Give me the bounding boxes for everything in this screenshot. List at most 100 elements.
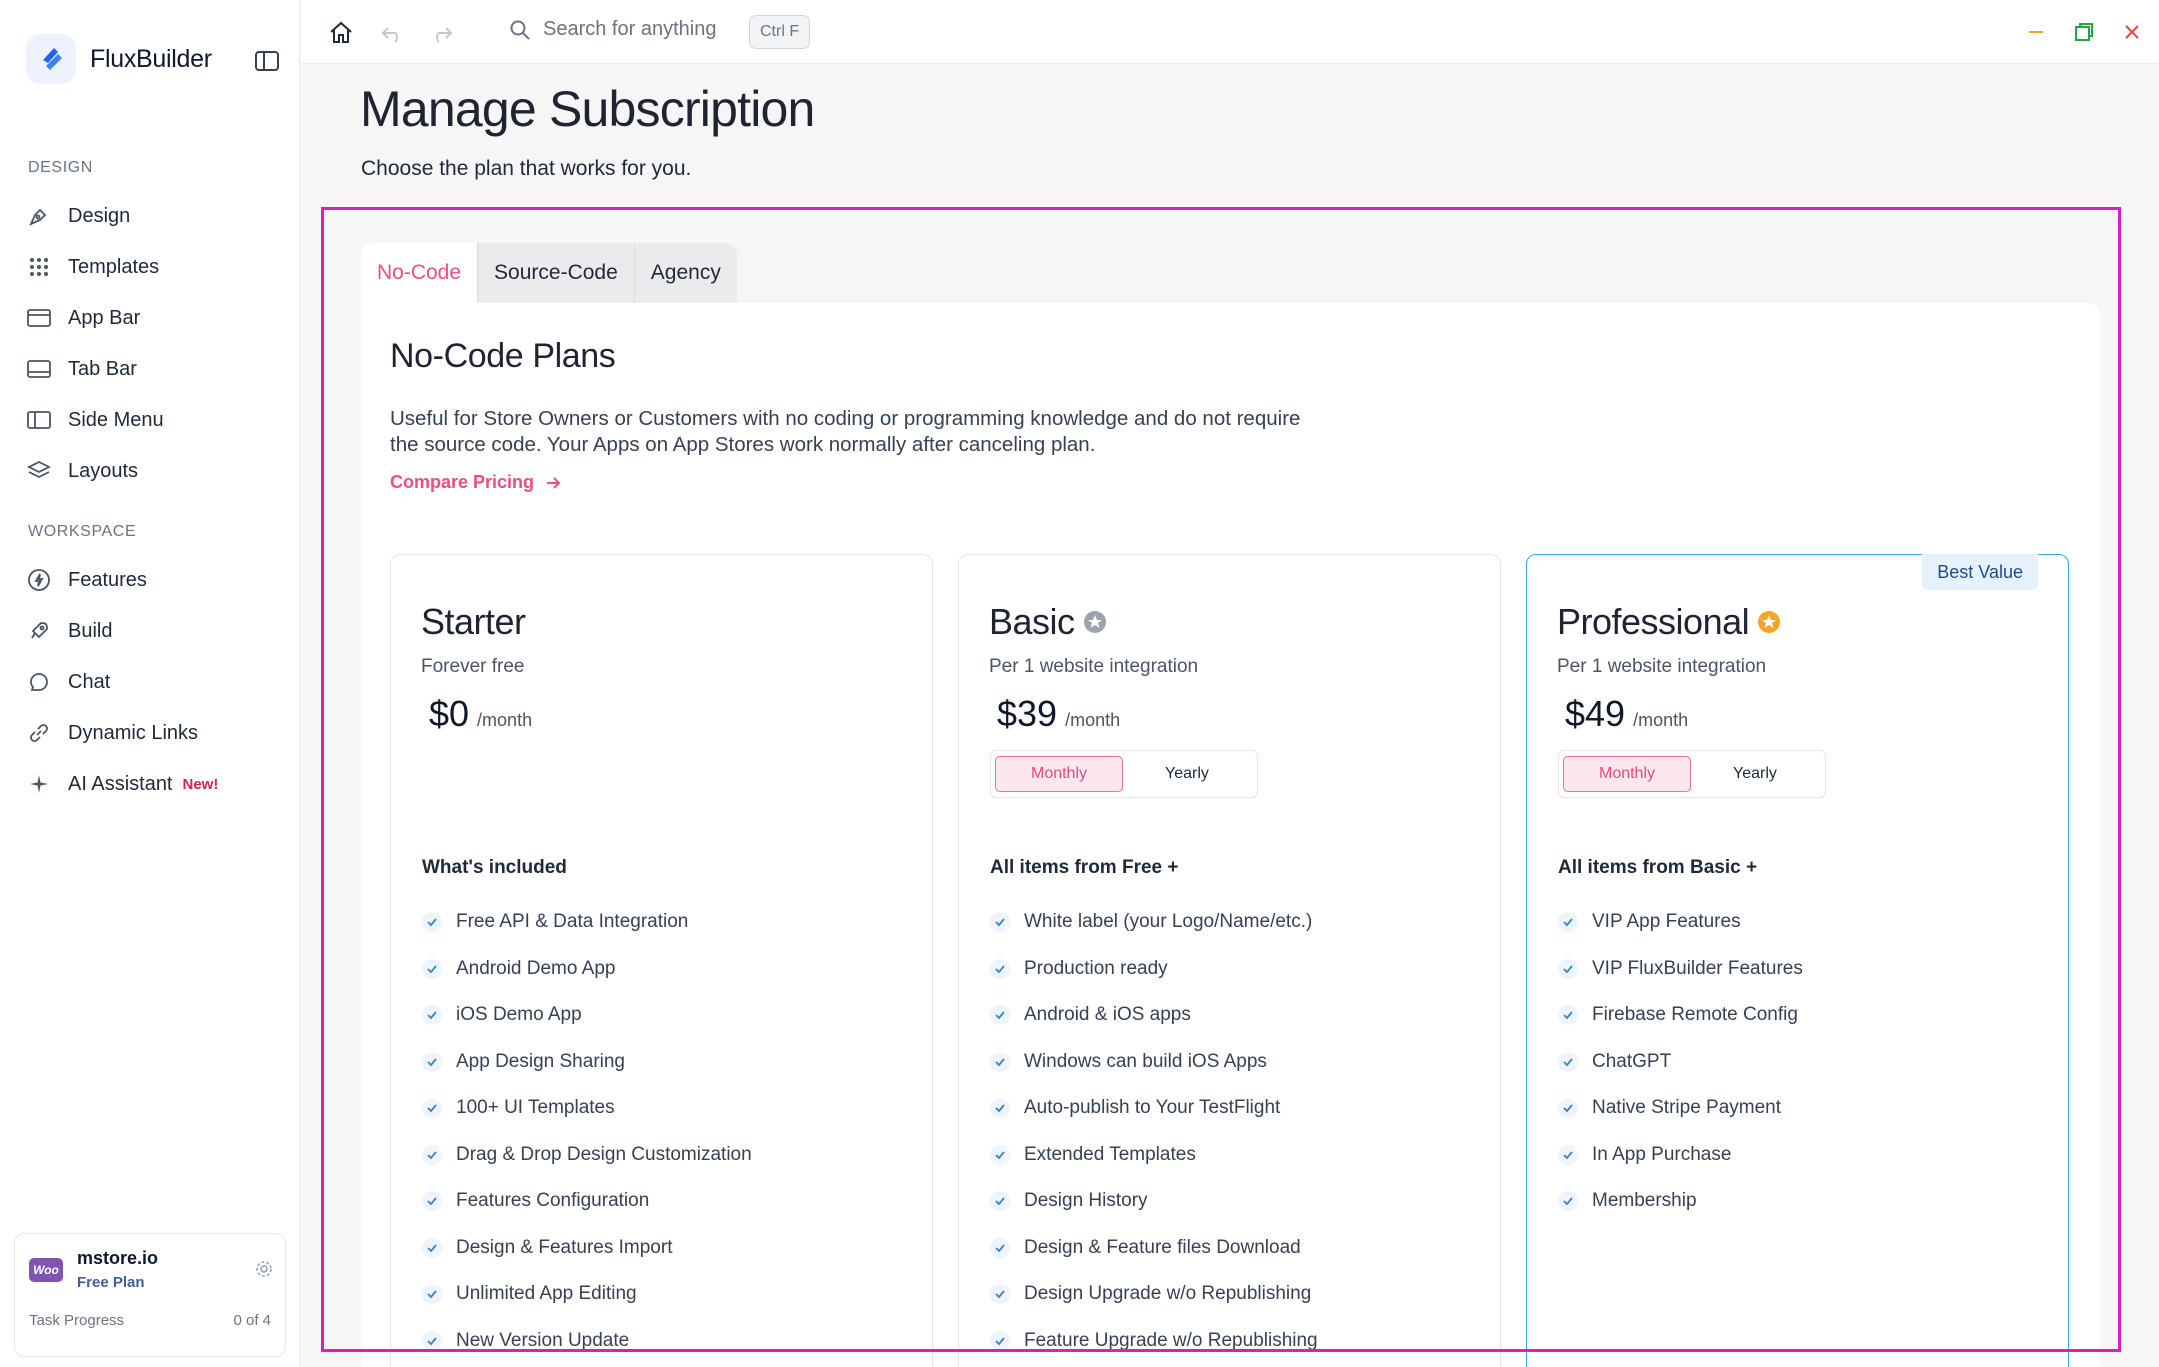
check-icon: [990, 1051, 1010, 1072]
check-icon: [422, 1144, 442, 1165]
sidebar-item-dynamic-links[interactable]: Dynamic Links: [26, 713, 276, 753]
brand[interactable]: FluxBuilder: [26, 34, 212, 84]
feature-label: Design & Features Import: [456, 1236, 673, 1258]
sparkle-icon: [26, 771, 52, 797]
billing-yearly-button[interactable]: Yearly: [1123, 756, 1251, 792]
feature-item: Unlimited App Editing: [422, 1271, 752, 1318]
feature-label: Production ready: [1024, 957, 1168, 979]
rocket-icon: [26, 618, 52, 644]
sidebar-item-label: Tab Bar: [68, 357, 137, 380]
sidebar-item-label: Build: [68, 619, 113, 642]
check-icon: [1558, 958, 1578, 979]
feature-label: Design Upgrade w/o Republishing: [1024, 1283, 1312, 1305]
check-icon: [422, 912, 442, 933]
app-bar-icon: [26, 305, 52, 331]
feature-item: White label (your Logo/Name/etc.): [990, 899, 1318, 946]
billing-monthly-button[interactable]: Monthly: [995, 756, 1123, 792]
sidebar-toggle-icon[interactable]: [254, 50, 280, 72]
feature-item: Design Upgrade w/o Republishing: [990, 1271, 1318, 1318]
billing-monthly-button[interactable]: Monthly: [1563, 756, 1691, 792]
page-subtitle: Choose the plan that works for you.: [361, 157, 692, 180]
fluxbuilder-logo-icon: [26, 34, 76, 84]
plan-price: $39 /month: [997, 693, 1120, 735]
check-icon: [422, 1005, 442, 1026]
check-icon: [990, 912, 1010, 933]
feature-item: Android Demo App: [422, 946, 752, 993]
task-progress-value: 0 of 4: [233, 1312, 271, 1329]
feature-label: Free API & Data Integration: [456, 911, 689, 933]
sidebar-item-design[interactable]: Design: [26, 196, 276, 236]
feature-label: Feature Upgrade w/o Republishing: [1024, 1329, 1318, 1351]
minimize-icon[interactable]: [2024, 20, 2048, 44]
redo-icon[interactable]: [429, 20, 455, 46]
feature-item: App Design Sharing: [422, 1039, 752, 1086]
sidebar-item-features[interactable]: Features: [26, 560, 276, 600]
tab-source-code[interactable]: Source-Code: [478, 243, 635, 303]
feature-item: Android & iOS apps: [990, 992, 1318, 1039]
sidebar-item-templates[interactable]: Templates: [26, 247, 276, 287]
sidebar-item-ai-assistant[interactable]: AI Assistant New!: [26, 764, 276, 804]
plan-price: $49 /month: [1565, 693, 1688, 735]
feature-label: Native Stripe Payment: [1592, 1097, 1782, 1119]
plan-subtitle: Per 1 website integration: [1557, 656, 1767, 677]
plans-description: Useful for Store Owners or Customers wit…: [390, 407, 1301, 456]
feature-list: VIP App Features VIP FluxBuilder Features…: [1558, 899, 1803, 1225]
feature-item: Production ready: [990, 946, 1318, 993]
feature-label: Drag & Drop Design Customization: [456, 1143, 752, 1165]
compare-pricing-link[interactable]: Compare Pricing: [390, 472, 562, 493]
task-progress-label: Task Progress: [29, 1312, 125, 1329]
included-title: What's included: [422, 857, 567, 878]
price-unit: /month: [477, 710, 533, 730]
billing-yearly-button[interactable]: Yearly: [1691, 756, 1819, 792]
check-icon: [990, 1098, 1010, 1119]
feature-label: Auto-publish to Your TestFlight: [1024, 1097, 1281, 1119]
feature-label: VIP FluxBuilder Features: [1592, 957, 1803, 979]
page-title: Manage Subscription: [360, 81, 815, 137]
sidebar-item-chat[interactable]: Chat: [26, 662, 276, 702]
check-icon: [1558, 1098, 1578, 1119]
feature-label: ChatGPT: [1592, 1050, 1672, 1072]
chat-bubble-icon: [26, 669, 52, 695]
sidebar: FluxBuilder DESIGN Design Templates App …: [0, 0, 300, 1367]
home-icon[interactable]: [328, 20, 354, 46]
feature-label: App Design Sharing: [456, 1050, 625, 1072]
plan-subtitle: Forever free: [421, 656, 525, 677]
search-shortcut-badge: Ctrl F: [749, 15, 811, 49]
feature-label: Design & Feature files Download: [1024, 1236, 1301, 1258]
plan-card-basic: Basic Per 1 website integration $39 /mon…: [958, 554, 1501, 1367]
undo-icon[interactable]: [379, 20, 405, 46]
check-icon: [990, 1284, 1010, 1305]
best-value-badge: Best Value: [1922, 554, 2038, 590]
search-input[interactable]: Search for anything: [509, 18, 716, 41]
sidebar-item-build[interactable]: Build: [26, 611, 276, 651]
sidebar-item-label: Templates: [68, 255, 160, 278]
feature-item: Design History: [990, 1178, 1318, 1225]
feature-item: Free API & Data Integration: [422, 899, 752, 946]
plan-name: Basic: [989, 601, 1075, 642]
account-card[interactable]: Woo mstore.io Free Plan Task Progress 0 …: [14, 1233, 286, 1357]
feature-label: Firebase Remote Config: [1592, 1004, 1798, 1026]
feature-item: VIP FluxBuilder Features: [1558, 946, 1803, 993]
feature-label: Windows can build iOS Apps: [1024, 1050, 1267, 1072]
sidebar-item-side-menu[interactable]: Side Menu: [26, 400, 276, 440]
tab-agency[interactable]: Agency: [634, 243, 737, 303]
sidebar-item-label: Dynamic Links: [68, 721, 199, 744]
feature-list: Free API & Data Integration Android Demo …: [422, 899, 752, 1364]
plan-type-tabs: No-Code Source-Code Agency: [361, 243, 737, 303]
feature-item: Membership: [1558, 1178, 1803, 1225]
maximize-icon[interactable]: [2072, 20, 2096, 44]
link-icon: [26, 720, 52, 746]
sidebar-item-layouts[interactable]: Layouts: [26, 451, 276, 491]
check-icon: [1558, 1191, 1578, 1212]
check-icon: [422, 958, 442, 979]
sidebar-item-tab-bar[interactable]: Tab Bar: [26, 349, 276, 389]
arrow-right-icon: [547, 476, 561, 489]
plan-price: $0 /month: [429, 693, 532, 735]
sidebar-item-app-bar[interactable]: App Bar: [26, 298, 276, 338]
pen-tool-icon: [26, 203, 52, 229]
tab-no-code[interactable]: No-Code: [361, 243, 479, 303]
feature-item: ChatGPT: [1558, 1039, 1803, 1086]
close-icon[interactable]: [2120, 20, 2144, 44]
feature-label: Design History: [1024, 1190, 1148, 1212]
gear-icon[interactable]: [255, 1260, 273, 1278]
